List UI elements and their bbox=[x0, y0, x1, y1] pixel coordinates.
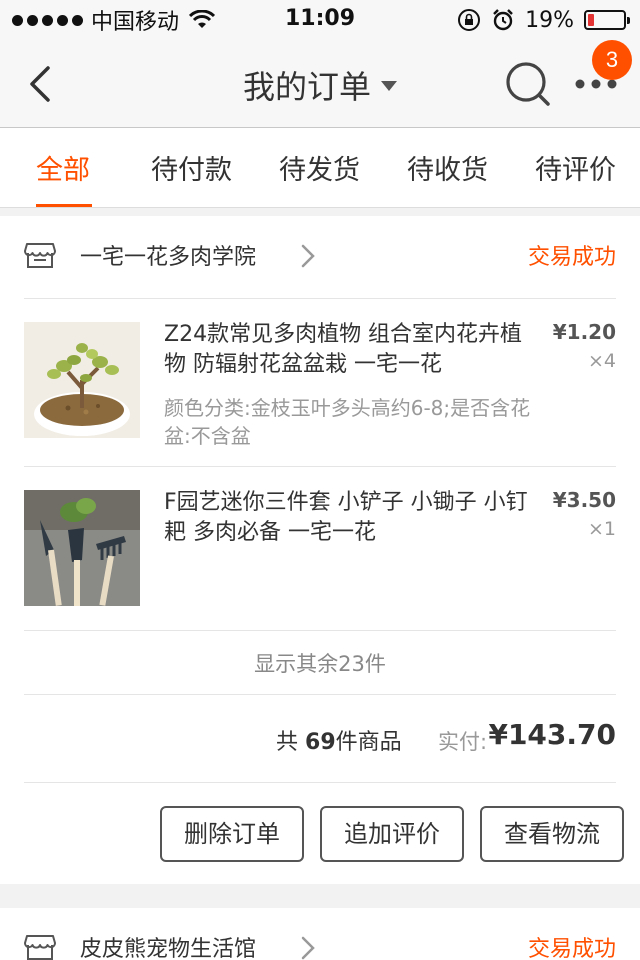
active-tab-indicator bbox=[36, 204, 92, 207]
shop-header[interactable]: 皮皮熊宠物生活馆 交易成功 bbox=[0, 908, 640, 960]
product-title[interactable]: Z24款常见多肉植物 组合室内花卉植物 防辐射花盆盆栽 一宅一花 bbox=[164, 320, 534, 380]
product-quantity: ×4 bbox=[587, 350, 616, 372]
dropdown-caret-icon bbox=[381, 81, 397, 91]
item-count-number: 69 bbox=[305, 730, 336, 755]
page-title-text: 我的订单 bbox=[242, 68, 371, 106]
shop-name[interactable]: 一宅一花多肉学院 bbox=[80, 239, 256, 271]
item-count: 共 69件商品 bbox=[276, 724, 402, 756]
order-status: 交易成功 bbox=[527, 937, 616, 960]
tab-pending-shipment[interactable]: 待发货 bbox=[279, 148, 360, 187]
shop-header[interactable]: 一宅一花多肉学院 交易成功 bbox=[0, 216, 640, 298]
shop-name[interactable]: 皮皮熊宠物生活馆 bbox=[80, 931, 256, 960]
show-more-items[interactable]: 显示其余23件 bbox=[0, 632, 640, 696]
order-card: 一宅一花多肉学院 交易成功 Z24款常见多肉植物 组合室内花卉植物 防辐射花盆盆… bbox=[0, 216, 640, 884]
order-item[interactable]: Z24款常见多肉植物 组合室内花卉植物 防辐射花盆盆栽 一宅一花 颜色分类:金枝… bbox=[0, 298, 640, 464]
product-price: ¥1.20 bbox=[552, 320, 616, 344]
tab-all[interactable]: 全部 bbox=[36, 148, 90, 187]
battery-icon bbox=[584, 10, 630, 30]
paid-label: 实付: bbox=[438, 730, 488, 754]
item-count-prefix: 共 bbox=[276, 730, 299, 755]
alarm-icon bbox=[493, 9, 513, 31]
divider bbox=[24, 694, 616, 695]
search-icon[interactable] bbox=[504, 60, 552, 108]
product-quantity: ×1 bbox=[587, 518, 616, 540]
nav-bar: 我的订单 3 bbox=[0, 40, 640, 128]
divider bbox=[24, 782, 616, 783]
view-logistics-button[interactable]: 查看物流 bbox=[480, 806, 624, 862]
chevron-right-icon[interactable] bbox=[298, 934, 318, 960]
tab-pending-payment[interactable]: 待付款 bbox=[151, 148, 232, 187]
product-title[interactable]: F园艺迷你三件套 小铲子 小锄子 小钉耙 多肉必备 一宅一花 bbox=[164, 488, 534, 548]
order-tabs: 全部 待付款 待发货 待收货 待评价 bbox=[0, 128, 640, 208]
order-summary: 共 69件商品 实付: ¥143.70 bbox=[0, 696, 640, 784]
notification-badge: 3 bbox=[592, 40, 632, 80]
tab-pending-review[interactable]: 待评价 bbox=[535, 148, 616, 187]
status-bar: 中国移动 11:09 19% bbox=[0, 0, 640, 40]
tab-pending-receipt[interactable]: 待收货 bbox=[407, 148, 488, 187]
shop-icon bbox=[24, 935, 56, 960]
rotation-lock-icon bbox=[458, 9, 481, 31]
divider bbox=[24, 630, 616, 631]
battery-percent: 19% bbox=[525, 7, 574, 33]
battery-level bbox=[588, 14, 594, 26]
product-image[interactable] bbox=[24, 490, 140, 606]
order-actions: 删除订单 追加评价 查看物流 bbox=[0, 784, 640, 884]
product-image[interactable] bbox=[24, 322, 140, 438]
item-count-suffix: 件商品 bbox=[335, 730, 402, 755]
chevron-right-icon[interactable] bbox=[298, 242, 318, 270]
product-price: ¥3.50 bbox=[552, 488, 616, 512]
order-card: 皮皮熊宠物生活馆 交易成功 bbox=[0, 908, 640, 960]
shop-icon bbox=[24, 243, 56, 268]
order-item[interactable]: F园艺迷你三件套 小铲子 小锄子 小钉耙 多肉必备 一宅一花 ¥3.50 ×1 bbox=[0, 466, 640, 632]
delete-order-button[interactable]: 删除订单 bbox=[160, 806, 304, 862]
paid-amount: ¥143.70 bbox=[488, 718, 616, 751]
add-review-button[interactable]: 追加评价 bbox=[320, 806, 464, 862]
order-status: 交易成功 bbox=[527, 245, 616, 270]
product-spec: 颜色分类:金枝玉叶多头高约6-8;是否含花盆:不含盆 bbox=[164, 396, 531, 448]
